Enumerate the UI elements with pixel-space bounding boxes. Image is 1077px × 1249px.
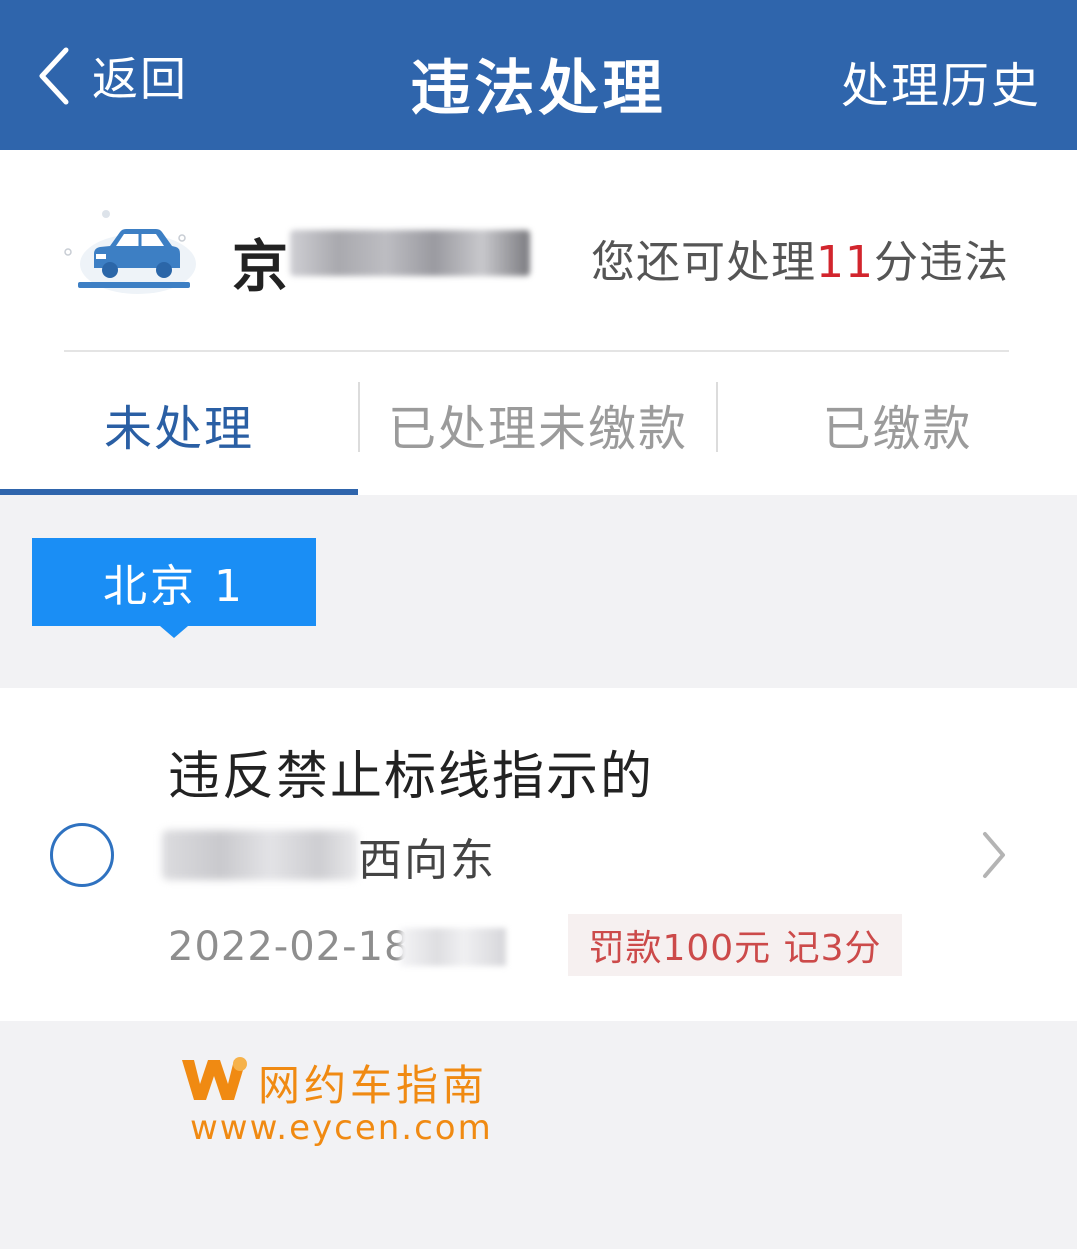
tab-label: 未处理 <box>103 400 254 457</box>
tab-paid[interactable]: 已缴款 <box>718 352 1077 495</box>
tab-unprocessed[interactable]: 未处理 <box>0 352 358 495</box>
tab-label: 已处理未缴款 <box>387 400 688 457</box>
nav-header: 返回 违法处理 处理历史 <box>0 0 1077 150</box>
region-chip-pointer <box>160 626 188 638</box>
points-value: 11 <box>816 237 874 288</box>
plate-prefix: 京 <box>232 235 288 300</box>
car-icon <box>64 210 196 294</box>
violation-location: 西向东 <box>358 835 496 886</box>
active-tab-indicator <box>0 489 358 495</box>
history-button[interactable]: 处理历史 <box>841 46 1041 116</box>
watermark-logo-icon <box>182 1057 247 1100</box>
watermark-name: 网约车指南 <box>258 1061 489 1110</box>
tab-processed-unpaid[interactable]: 已处理未缴款 <box>358 352 718 495</box>
violation-list-item[interactable]: 违反禁止标线指示的 西向东 2022-02-18 罚款100元 记3分 <box>0 688 1077 1021</box>
page: 返回 违法处理 处理历史 京 您还可处理11分违法 未处理 已处理未缴款 已缴款… <box>0 0 1077 1249</box>
status-tabs: 未处理 已处理未缴款 已缴款 <box>0 352 1077 495</box>
points-suffix: 分违法 <box>874 237 1009 288</box>
time-redacted <box>400 928 506 966</box>
violation-date: 2022-02-18 <box>168 924 411 970</box>
points-prefix: 您还可处理 <box>591 237 816 288</box>
region-chip[interactable]: 北京 1 <box>32 538 316 626</box>
penalty-badge: 罚款100元 记3分 <box>568 914 902 976</box>
violation-title: 违反禁止标线指示的 <box>168 747 655 807</box>
tab-separator <box>358 382 360 452</box>
location-redacted <box>162 830 358 880</box>
remaining-points-text: 您还可处理11分违法 <box>591 226 1009 290</box>
select-radio[interactable] <box>50 823 114 887</box>
chevron-right-icon <box>983 832 1005 878</box>
watermark-url: www.eycen.com <box>190 1108 493 1148</box>
plate-number-redacted <box>290 230 530 276</box>
tab-label: 已缴款 <box>822 400 973 457</box>
